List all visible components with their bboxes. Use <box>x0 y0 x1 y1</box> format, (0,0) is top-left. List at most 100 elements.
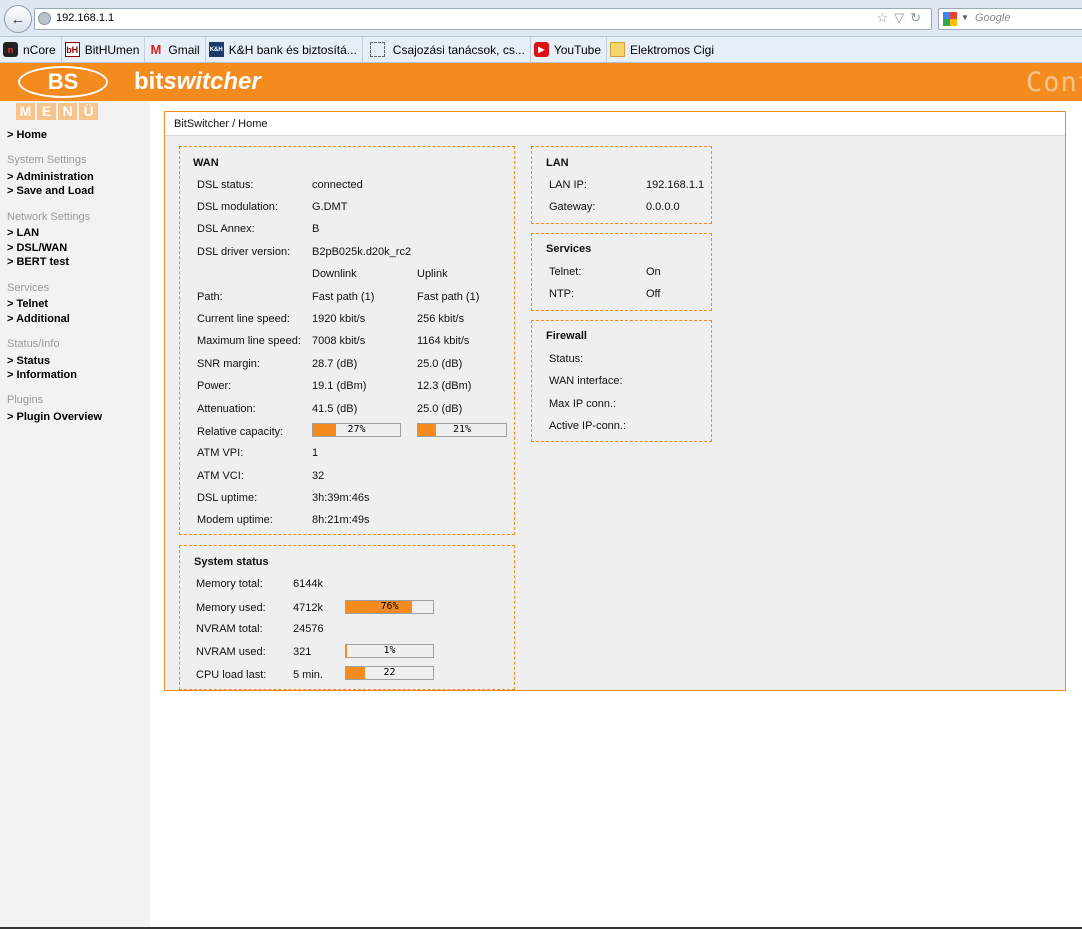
nvram-used-value: 321 <box>293 646 312 658</box>
modem-uptime-value: 8h:21m:49s <box>312 514 370 526</box>
firewall-max-ip-conn-label: Max IP conn.: <box>549 398 617 410</box>
bookmark-bithumen[interactable]: bH BitHUmen <box>62 37 146 62</box>
globe-icon <box>38 12 51 25</box>
system-status-box: System status Memory total: 6144k Memory… <box>179 545 515 690</box>
bookmark-gmail[interactable]: M Gmail <box>145 37 206 62</box>
capacity-up-text: 21% <box>452 424 472 435</box>
star-icon[interactable]: ☆ <box>876 10 894 25</box>
bookmark-elektromos-cigi[interactable]: Elektromos Cigi <box>607 37 719 62</box>
youtube-icon: ▶ <box>533 42 549 57</box>
bookmark-kh-bank[interactable]: K&H K&H bank és biztosítá... <box>206 37 363 62</box>
wan-box: WAN DSL status: connected DSL modulation… <box>179 146 515 535</box>
search-bar[interactable]: ▼ Google <box>938 8 1082 30</box>
gateway-label: Gateway: <box>549 201 596 213</box>
breadcrumb: BitSwitcher / Home <box>165 112 1065 136</box>
firewall-wan-interface-label: WAN interface: <box>549 375 623 387</box>
nav-plugin-overview[interactable]: > Plugin Overview <box>7 411 102 423</box>
bookmark-label: Elektromos Cigi <box>630 42 715 57</box>
path-label: Path: <box>197 291 223 303</box>
mem-used-value: 4712k <box>293 602 323 614</box>
search-engine-dropdown-icon[interactable]: ▼ <box>961 13 969 22</box>
back-button[interactable]: ← <box>4 5 32 33</box>
gateway-value: 0.0.0.0 <box>646 201 680 213</box>
atm-vci-label: ATM VCI: <box>197 470 244 482</box>
dropdown-icon[interactable]: ▽ <box>894 10 910 25</box>
nvram-total-value: 24576 <box>293 623 324 635</box>
nav-additional[interactable]: > Additional <box>7 313 70 325</box>
nav-dsl-wan[interactable]: > DSL/WAN <box>7 242 67 254</box>
dsl-uptime-label: DSL uptime: <box>197 492 258 504</box>
nav-status[interactable]: > Status <box>7 355 50 367</box>
mem-total-value: 6144k <box>293 578 323 590</box>
menu-letter: M <box>16 103 35 120</box>
menu-letter: Ü <box>79 103 98 120</box>
current-speed-label: Current line speed: <box>197 313 290 325</box>
services-title: Services <box>546 243 592 255</box>
wan-title: WAN <box>193 157 219 169</box>
attenuation-up: 25.0 (dB) <box>417 403 463 415</box>
bs-logo: BS <box>18 66 108 98</box>
bookmark-label: Gmail <box>168 42 200 57</box>
bookmark-label: nCore <box>23 42 56 57</box>
address-bar[interactable]: 192.168.1.1 ☆▽↻ <box>34 8 932 30</box>
folder-icon <box>610 42 625 57</box>
nav-heading-network-settings: Network Settings <box>7 211 91 223</box>
system-status-title: System status <box>194 556 269 568</box>
firewall-box: Firewall Status: WAN interface: Max IP c… <box>531 320 712 442</box>
search-placeholder: Google <box>975 12 1011 24</box>
cpu-load-label: CPU load last: <box>196 669 267 681</box>
brand-bold: bit <box>134 68 164 95</box>
browser-toolbar: ← 192.168.1.1 ☆▽↻ ▼ Google <box>0 0 1082 37</box>
path-up: Fast path (1) <box>417 291 480 303</box>
lan-ip-label: LAN IP: <box>549 179 587 191</box>
address-bar-icons: ☆▽↻ <box>876 10 927 26</box>
menu-letter: N <box>58 103 77 120</box>
attenuation-label: Attenuation: <box>197 403 256 415</box>
dsl-modulation-label: DSL modulation: <box>197 201 278 213</box>
nvram-total-label: NVRAM total: <box>196 623 263 635</box>
snr-down: 28.7 (dB) <box>312 358 358 370</box>
nvram-used-bar-text: 1% <box>383 645 396 656</box>
nav-home[interactable]: > Home <box>7 129 47 141</box>
dsl-driver-value: B2pB025k.d20k_rc2 <box>312 246 412 258</box>
max-speed-label: Maximum line speed: <box>197 335 301 347</box>
bookmark-csajozasi[interactable]: Csajozási tanácsok, cs... <box>363 37 531 62</box>
max-speed-down: 7008 kbit/s <box>312 335 366 347</box>
bookmark-label: YouTube <box>553 42 601 57</box>
nav-bert-test[interactable]: > BERT test <box>7 256 69 268</box>
reload-icon[interactable]: ↻ <box>910 10 927 25</box>
telnet-value: On <box>646 266 661 278</box>
nvram-used-label: NVRAM used: <box>196 646 266 658</box>
attenuation-down: 41.5 (dB) <box>312 403 358 415</box>
back-arrow-icon: ← <box>10 10 26 28</box>
snr-label: SNR margin: <box>197 358 260 370</box>
nav-heading-system-settings: System Settings <box>7 154 87 166</box>
current-speed-up: 256 kbit/s <box>417 313 465 325</box>
nav-heading-plugins: Plugins <box>7 394 44 406</box>
brand-name: bitswitcher <box>134 68 261 96</box>
firewall-title: Firewall <box>546 330 587 342</box>
bithumen-icon: bH <box>64 42 80 57</box>
dsl-annex-value: B <box>312 223 320 235</box>
ntp-label: NTP: <box>549 288 575 300</box>
nav-information[interactable]: > Information <box>7 369 77 381</box>
lan-box: LAN LAN IP: 192.168.1.1 Gateway: 0.0.0.0 <box>531 146 712 224</box>
cpu-load-value: 5 min. <box>293 669 323 681</box>
dsl-modulation-value: G.DMT <box>312 201 348 213</box>
cpu-load-bar: 22 <box>345 666 434 680</box>
nav-lan[interactable]: > LAN <box>7 227 39 239</box>
bookmark-label: K&H bank és biztosítá... <box>228 42 357 57</box>
bookmark-youtube[interactable]: ▶ YouTube <box>531 37 607 62</box>
modem-uptime-label: Modem uptime: <box>197 514 273 526</box>
power-up: 12.3 (dBm) <box>417 380 472 392</box>
nav-save-and-load[interactable]: > Save and Load <box>7 185 94 197</box>
nav-telnet[interactable]: > Telnet <box>7 298 48 310</box>
lan-title: LAN <box>546 157 569 169</box>
mem-used-bar-text: 76% <box>380 601 399 612</box>
snr-up: 25.0 (dB) <box>417 358 463 370</box>
nav-administration[interactable]: > Administration <box>7 171 94 183</box>
atm-vci-value: 32 <box>312 470 325 482</box>
kh-bank-icon: K&H <box>208 42 224 57</box>
path-down: Fast path (1) <box>312 291 375 303</box>
bookmark-ncore[interactable]: n nCore <box>0 37 62 62</box>
